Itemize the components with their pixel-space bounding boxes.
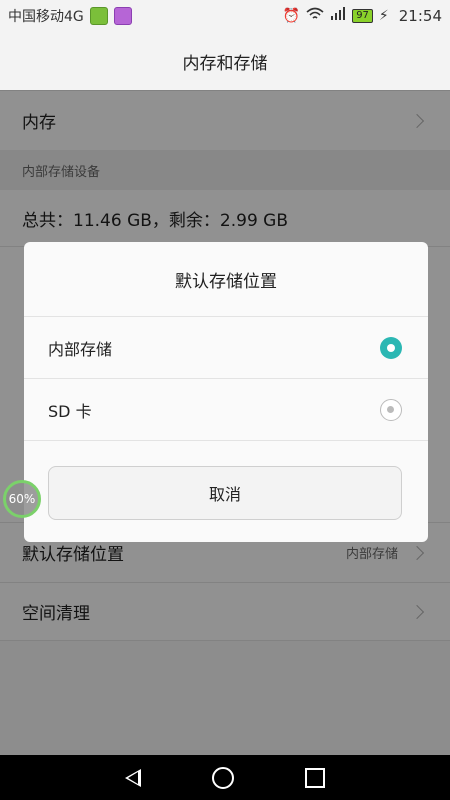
charging-icon: ⚡: [378, 8, 389, 24]
option-sd-card[interactable]: SD 卡: [24, 379, 428, 441]
carrier-label: 中国移动4G: [8, 9, 84, 25]
option-internal-storage[interactable]: 内部存储: [24, 317, 428, 379]
clock: 21:54: [398, 7, 442, 25]
option-label: 内部存储: [48, 339, 113, 359]
home-icon[interactable]: [211, 766, 234, 789]
radio-selected-icon[interactable]: [380, 336, 402, 359]
wifi-icon: [306, 7, 324, 25]
dialog-title: 默认存储位置: [24, 242, 428, 317]
cancel-button[interactable]: 取消: [48, 466, 402, 520]
option-label: SD 卡: [48, 401, 92, 421]
default-storage-dialog: 默认存储位置 内部存储 SD 卡 取消: [24, 242, 428, 542]
signal-icon: [330, 7, 346, 25]
radio-unselected-icon[interactable]: [380, 398, 402, 421]
status-left: 中国移动4G: [8, 6, 132, 26]
page-title: 内存和存储: [0, 32, 450, 90]
image-notification-icon: [113, 7, 132, 25]
floating-progress-badge[interactable]: 60%: [3, 480, 41, 518]
navigation-bar: [0, 755, 450, 800]
alarm-icon: ⏰: [282, 8, 301, 24]
battery-indicator: 97: [352, 9, 373, 23]
app-notification-icon: [89, 7, 108, 25]
status-bar: 中国移动4G ⏰ 97 ⚡ 21:54: [0, 0, 450, 32]
recent-apps-icon[interactable]: [304, 767, 325, 788]
status-right: ⏰ 97 ⚡ 21:54: [283, 7, 442, 25]
back-icon[interactable]: [125, 768, 142, 787]
